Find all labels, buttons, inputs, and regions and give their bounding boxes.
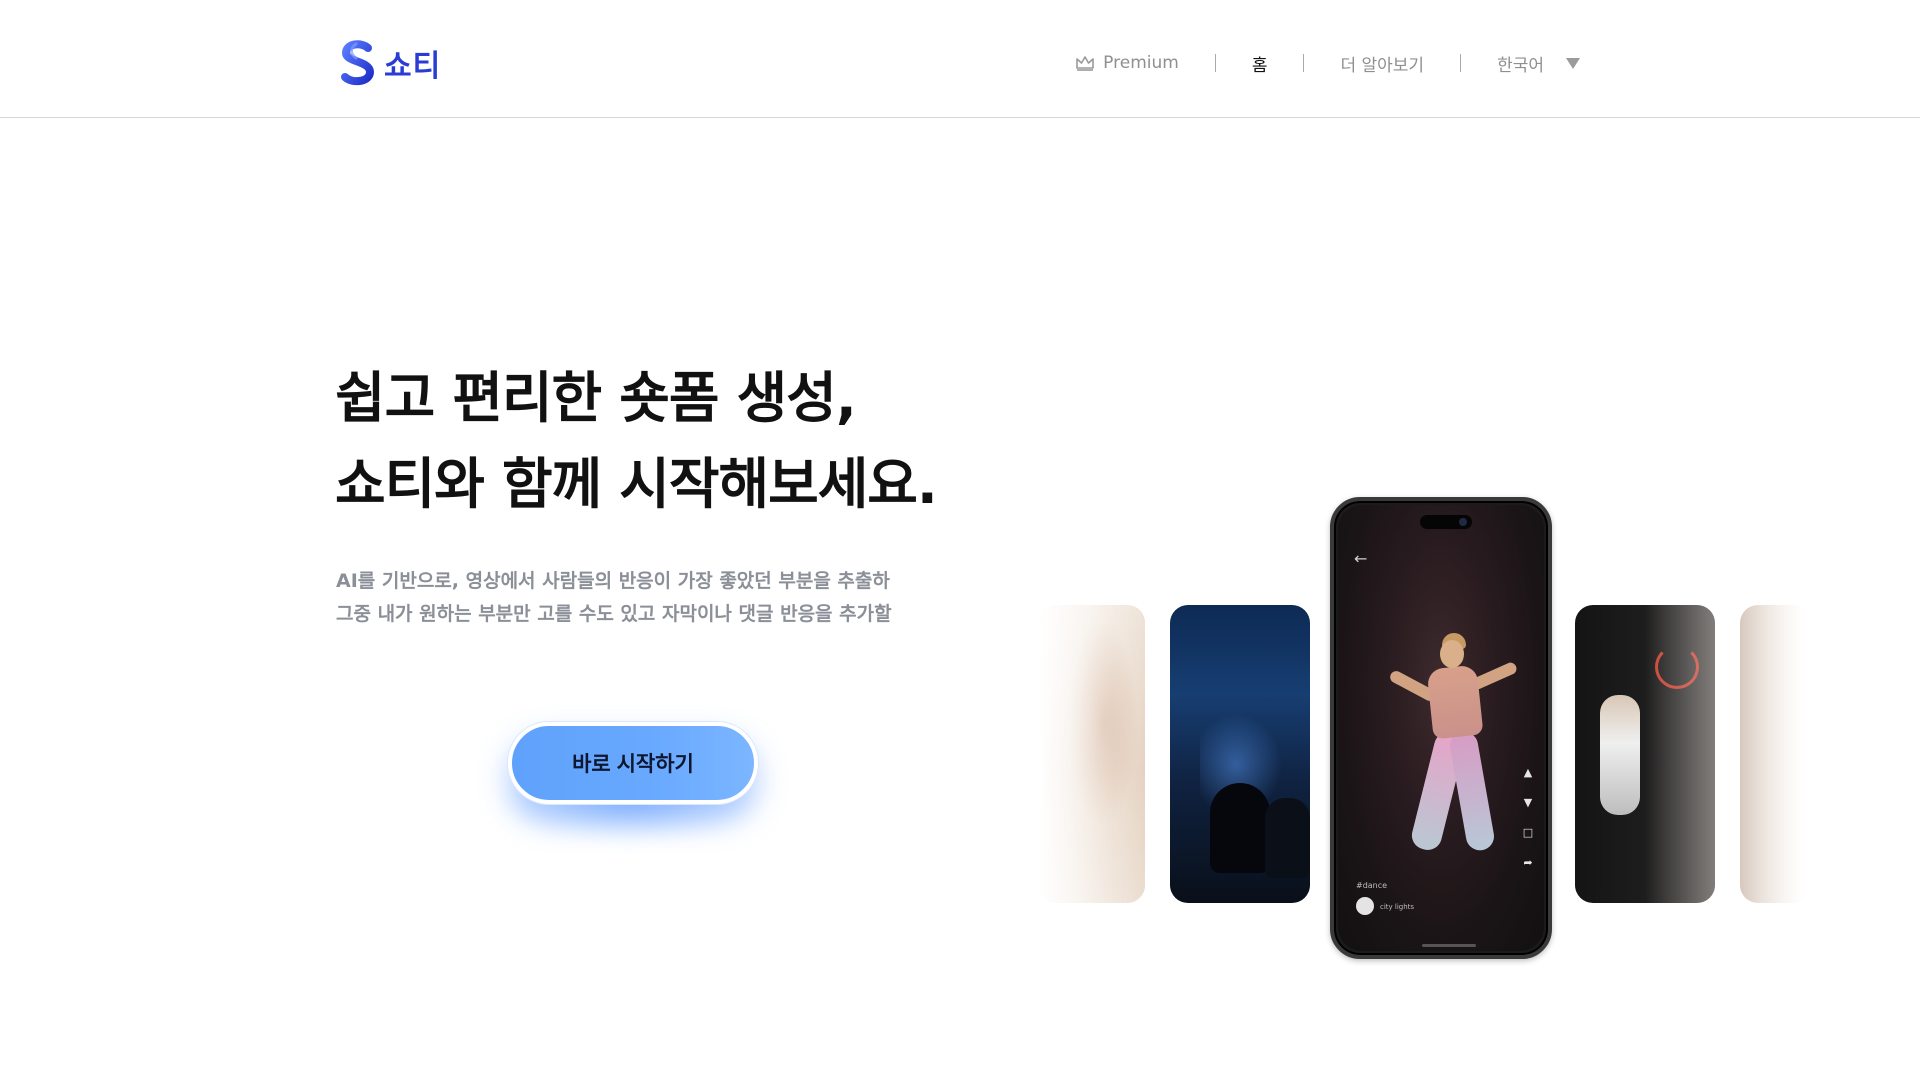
dislike-icon[interactable]: ▼: [1522, 797, 1534, 809]
fade-overlay: [1040, 605, 1145, 903]
home-indicator: [1422, 944, 1476, 947]
start-now-button[interactable]: 바로 시작하기: [508, 722, 758, 804]
silhouette: [1210, 783, 1270, 873]
hero-headline: 쉽고 편리한 숏폼 생성, 쇼티와 함께 시작해보세요.: [335, 355, 938, 527]
description-line-1: AI를 기반으로, 영상에서 사람들의 반응이 가장 좋았던 부분을 추출하: [336, 570, 890, 592]
logo[interactable]: 쇼티: [338, 40, 441, 86]
nav-learn-more-label: 더 알아보기: [1340, 55, 1425, 76]
phone-screen: ← ▲ ▼ □ ➦ #dance city lights: [1338, 505, 1544, 951]
nav-learn-more[interactable]: 더 알아보기: [1304, 51, 1460, 76]
logo-s-icon: [341, 40, 375, 86]
language-select[interactable]: 한국어: [1461, 51, 1580, 76]
fade-overlay: [1575, 605, 1715, 903]
camera-dot: [1459, 518, 1467, 526]
description-line-2: 그중 내가 원하는 부분만 고를 수도 있고 자막이나 댓글 반응을 추가할: [336, 603, 892, 625]
dancer-figure: [1426, 664, 1484, 740]
hero-description: AI를 기반으로, 영상에서 사람들의 반응이 가장 좋았던 부분을 추출하 그…: [336, 565, 892, 631]
back-arrow-icon[interactable]: ←: [1354, 549, 1367, 568]
preview-card-edge: [1740, 605, 1810, 903]
phone-mockup: ← ▲ ▼ □ ➦ #dance city lights: [1330, 497, 1552, 959]
logo-text: 쇼티: [384, 49, 442, 84]
headline-line-1: 쉽고 편리한 숏폼 생성,: [335, 366, 857, 430]
crown-icon: [1076, 56, 1094, 71]
fade-overlay: [1740, 605, 1810, 903]
nav-premium[interactable]: Premium: [1039, 53, 1215, 73]
nav-home[interactable]: 홈: [1216, 51, 1304, 76]
video-hashtag: #dance: [1356, 881, 1388, 890]
comment-icon[interactable]: □: [1522, 827, 1534, 839]
silhouette: [1265, 798, 1310, 878]
phone-showcase: ← ▲ ▼ □ ➦ #dance city lights: [1040, 495, 1810, 960]
video-song: city lights: [1380, 903, 1415, 911]
main-nav: Premium 홈 더 알아보기 한국어: [1039, 48, 1580, 78]
share-icon[interactable]: ➦: [1522, 857, 1534, 869]
dancer-figure: [1447, 729, 1497, 853]
phone-notch: [1420, 515, 1472, 529]
preview-card-night: [1170, 605, 1310, 903]
headline-line-2: 쇼티와 함께 시작해보세요.: [335, 452, 938, 516]
nav-premium-label: Premium: [1103, 53, 1179, 73]
preview-card-surf: [1040, 605, 1145, 903]
video-actions: ▲ ▼ □ ➦: [1522, 767, 1534, 869]
top-header: 쇼티 Premium 홈 더 알아보기 한국어: [0, 0, 1920, 118]
nav-home-label: 홈: [1251, 55, 1268, 76]
caret-down-icon: [1566, 57, 1580, 69]
avatar[interactable]: [1356, 897, 1374, 915]
language-label: 한국어: [1497, 55, 1544, 76]
like-icon[interactable]: ▲: [1522, 767, 1534, 779]
preview-card-basketball: [1575, 605, 1715, 903]
dancer-figure: [1440, 640, 1464, 668]
